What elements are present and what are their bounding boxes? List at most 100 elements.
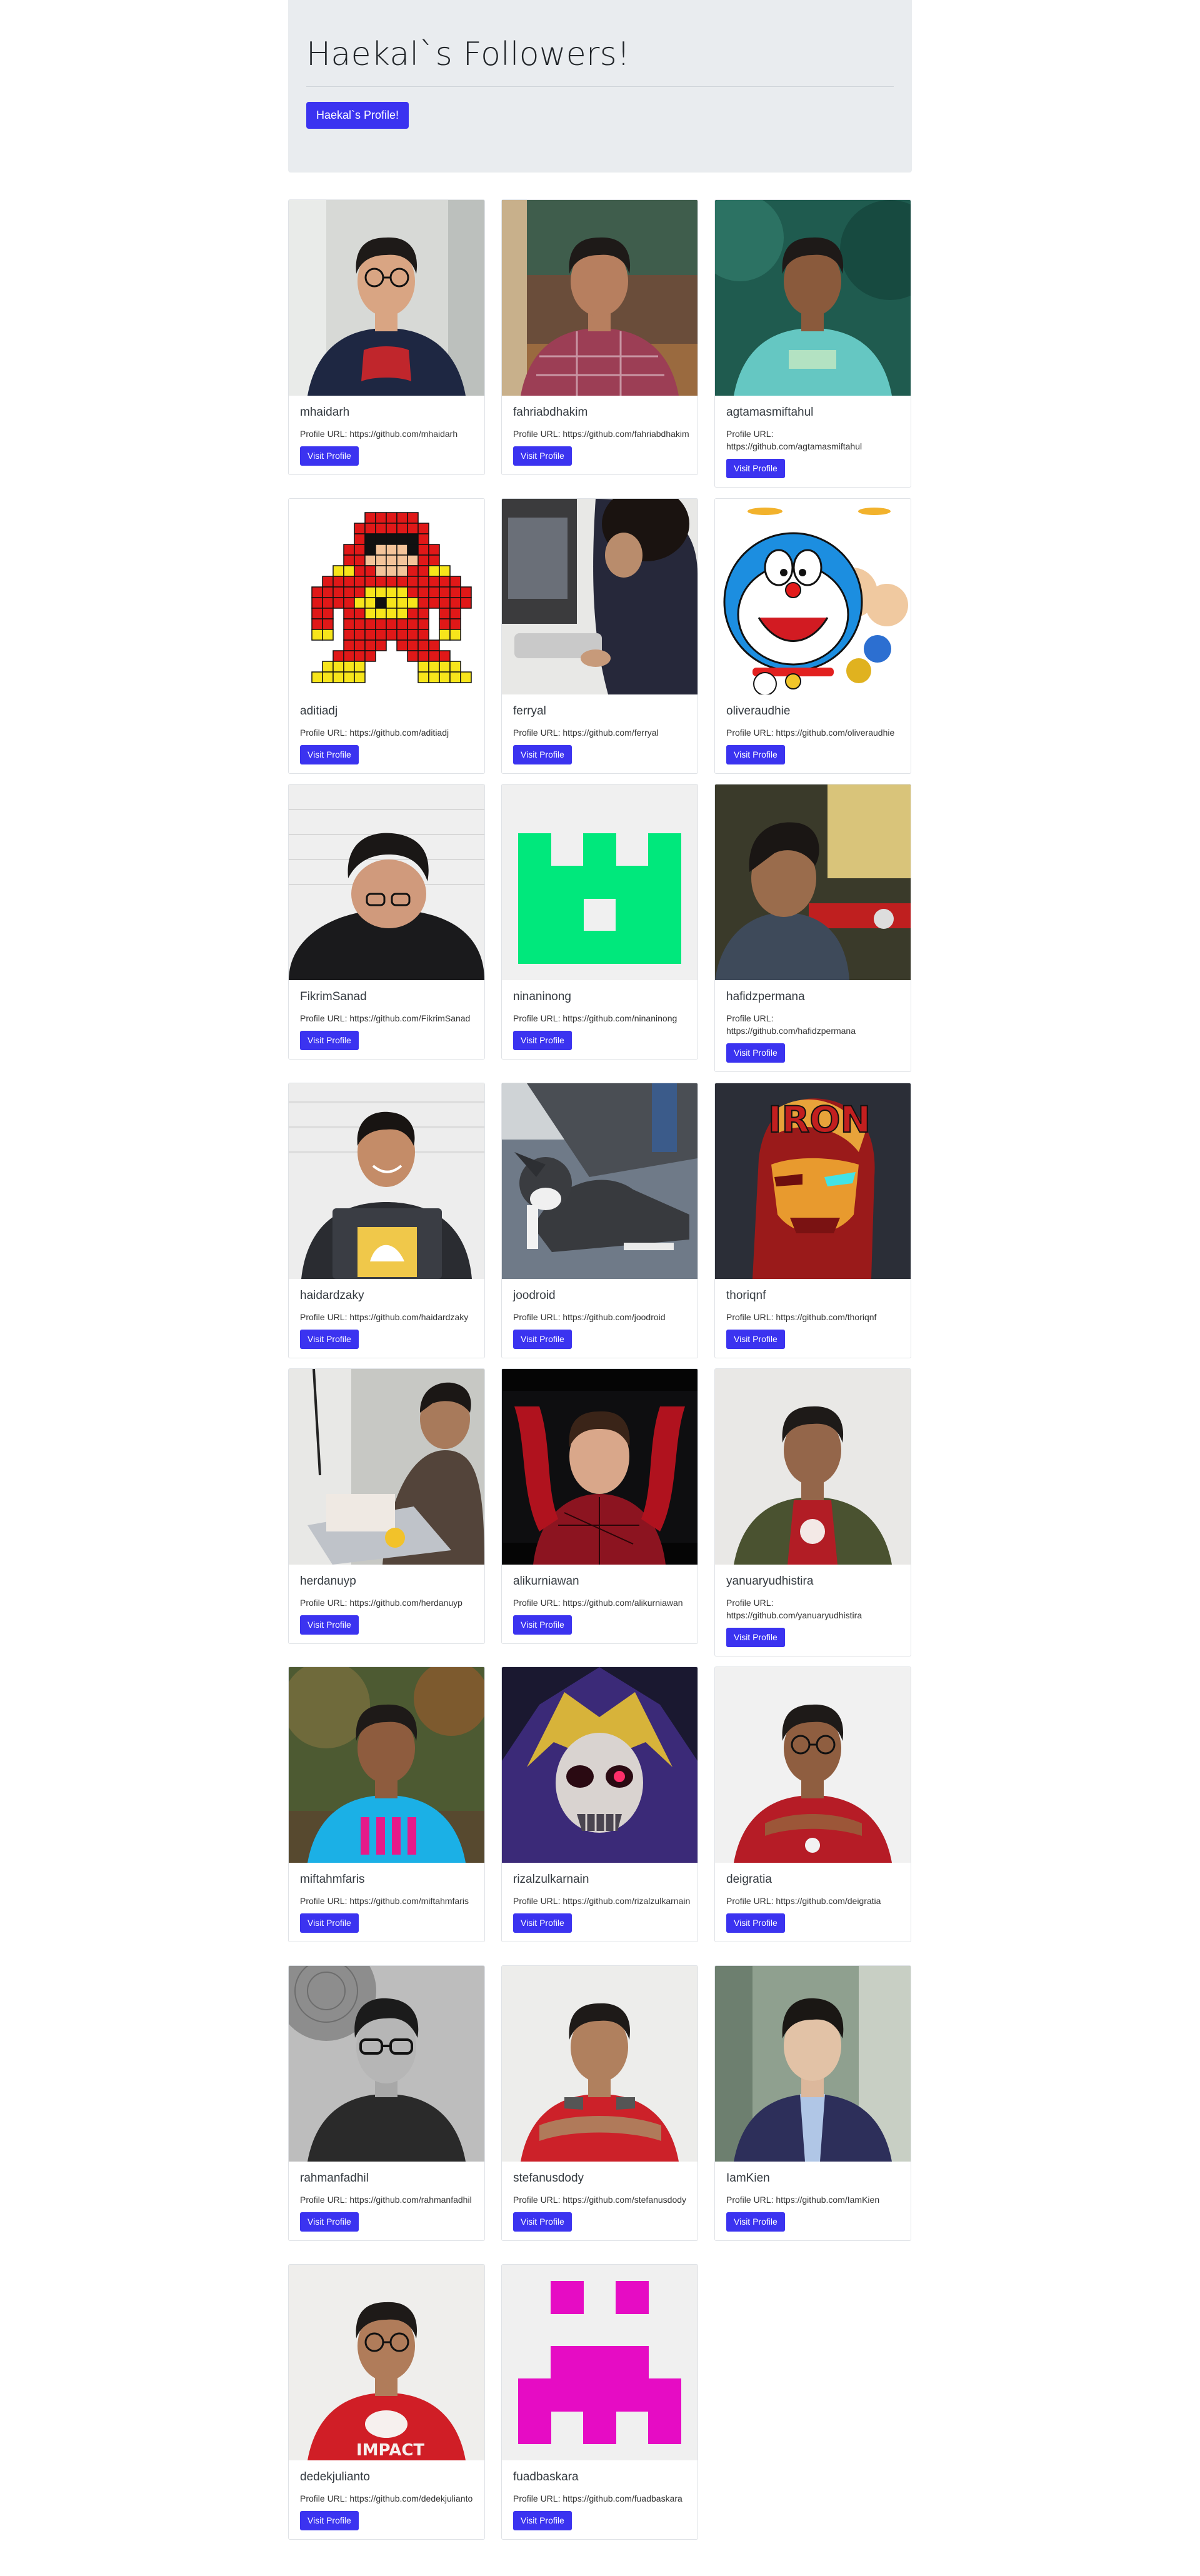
card-body: oliveraudhie Profile URL: https://github.… (715, 694, 911, 773)
follower-username: rahmanfadhil (300, 2172, 369, 2185)
profile-button[interactable]: Haekal`s Profile! (306, 102, 409, 129)
follower-card: joodroid Profile URL: https://github.com/… (501, 1083, 698, 1358)
visit-profile-button[interactable]: Visit Profile (513, 1913, 572, 1933)
follower-username: aditiadj (300, 704, 338, 718)
visit-profile-button[interactable]: Visit Profile (513, 446, 572, 466)
card-body: joodroid Profile URL: https://github.com/… (502, 1279, 698, 1358)
follower-username: oliveraudhie (726, 704, 791, 718)
follower-username: yanuaryudhistira (726, 1575, 814, 1588)
follower-card: fuadbaskara Profile URL: https://github.c… (501, 2264, 698, 2540)
card-body: ninaninong Profile URL: https://github.co… (502, 980, 698, 1059)
follower-profile-url: Profile URL: https://github.com/fuadbask… (513, 2493, 682, 2503)
avatar-image (502, 1369, 698, 1565)
follower-username: stefanusdody (513, 2172, 584, 2185)
card-body: ferryal Profile URL: https://github.com/f… (502, 694, 698, 773)
avatar-image (289, 499, 484, 694)
follower-card: herdanuyp Profile URL: https://github.com… (288, 1368, 485, 1644)
follower-profile-url: Profile URL: https://github.com/alikurni… (513, 1598, 683, 1608)
avatar-image (715, 499, 911, 694)
follower-username: deigratia (726, 1873, 772, 1886)
follower-profile-url: Profile URL: https://github.com/oliverau… (726, 728, 895, 738)
follower-profile-url: Profile URL: https://github.com/haidardz… (300, 1312, 469, 1322)
follower-profile-url: Profile URL: https://github.com/agtamasm… (726, 429, 862, 451)
follower-username: mhaidarh (300, 406, 350, 419)
page-container: Haekal`s Followers! Haekal`s Profile! mh… (288, 0, 912, 2540)
follower-profile-url: Profile URL: https://github.com/rahmanfa… (300, 2195, 472, 2205)
visit-profile-button[interactable]: Visit Profile (300, 745, 359, 764)
follower-username: herdanuyp (300, 1575, 356, 1588)
card-body: yanuaryudhistira Profile URL: https://git… (715, 1565, 911, 1656)
visit-profile-button[interactable]: Visit Profile (726, 745, 785, 764)
visit-profile-button[interactable]: Visit Profile (513, 745, 572, 764)
avatar-image (289, 1369, 484, 1565)
header-jumbotron: Haekal`s Followers! Haekal`s Profile! (288, 0, 912, 173)
avatar-image (715, 1966, 911, 2162)
visit-profile-button[interactable]: Visit Profile (300, 1913, 359, 1933)
follower-profile-url: Profile URL: https://github.com/deigrati… (726, 1896, 881, 1906)
follower-card: alikurniawan Profile URL: https://github.… (501, 1368, 698, 1644)
visit-profile-button[interactable]: Visit Profile (513, 1615, 572, 1635)
visit-profile-button[interactable]: Visit Profile (513, 2212, 572, 2232)
card-body: miftahmfaris Profile URL: https://github.… (289, 1863, 484, 1942)
avatar-image (502, 2265, 698, 2460)
visit-profile-button[interactable]: Visit Profile (513, 1031, 572, 1050)
follower-username: agtamasmiftahul (726, 406, 814, 419)
follower-card: IamKien Profile URL: https://github.com/I… (714, 1965, 911, 2241)
avatar-image (715, 784, 911, 980)
follower-profile-url: Profile URL: https://github.com/stefanus… (513, 2195, 687, 2205)
follower-profile-url: Profile URL: https://github.com/ninanino… (513, 1013, 678, 1023)
svg-text:IMPACT: IMPACT (356, 2441, 424, 2460)
avatar-image (502, 200, 698, 396)
visit-profile-button[interactable]: Visit Profile (726, 2212, 785, 2232)
follower-username: rizalzulkarnain (513, 1873, 589, 1886)
follower-username: alikurniawan (513, 1575, 579, 1588)
visit-profile-button[interactable]: Visit Profile (300, 2511, 359, 2530)
follower-profile-url: Profile URL: https://github.com/herdanuy… (300, 1598, 462, 1608)
visit-profile-button[interactable]: Visit Profile (513, 1330, 572, 1349)
card-body: agtamasmiftahul Profile URL: https://gith… (715, 396, 911, 487)
follower-profile-url: Profile URL: https://github.com/ferryal (513, 728, 659, 738)
follower-card: hafidzpermana Profile URL: https://github… (714, 784, 911, 1072)
follower-card: oliveraudhie Profile URL: https://github.… (714, 498, 911, 774)
visit-profile-button[interactable]: Visit Profile (726, 1628, 785, 1647)
follower-profile-url: Profile URL: https://github.com/aditiadj (300, 728, 449, 738)
follower-profile-url: Profile URL: https://github.com/hafidzpe… (726, 1013, 856, 1036)
follower-card: stefanusdody Profile URL: https://github.… (501, 1965, 698, 2241)
header-divider (306, 86, 894, 87)
follower-profile-url: Profile URL: https://github.com/thoriqnf (726, 1312, 877, 1322)
follower-card: mhaidarh Profile URL: https://github.com/… (288, 199, 485, 475)
avatar-image (715, 1667, 911, 1863)
follower-card: IMPACT dedekjulianto Profile URL: https://… (288, 2264, 485, 2540)
visit-profile-button[interactable]: Visit Profile (726, 1913, 785, 1933)
follower-profile-url: Profile URL: https://github.com/rizalzul… (513, 1896, 691, 1906)
avatar-image: IRON (715, 1083, 911, 1279)
avatar-image (502, 499, 698, 694)
avatar-image (502, 1083, 698, 1279)
follower-username: IamKien (726, 2172, 770, 2185)
card-body: thoriqnf Profile URL: https://github.com/… (715, 1279, 911, 1358)
card-body: stefanusdody Profile URL: https://github.… (502, 2162, 698, 2240)
visit-profile-button[interactable]: Visit Profile (726, 1330, 785, 1349)
visit-profile-button[interactable]: Visit Profile (300, 2212, 359, 2232)
follower-profile-url: Profile URL: https://github.com/yanuaryu… (726, 1598, 862, 1620)
card-body: aditiadj Profile URL: https://github.com/… (289, 694, 484, 773)
follower-profile-url: Profile URL: https://github.com/fahriabd… (513, 429, 689, 439)
visit-profile-button[interactable]: Visit Profile (300, 1330, 359, 1349)
card-body: mhaidarh Profile URL: https://github.com/… (289, 396, 484, 474)
avatar-image (715, 1369, 911, 1565)
visit-profile-button[interactable]: Visit Profile (300, 1615, 359, 1635)
follower-username: thoriqnf (726, 1289, 766, 1302)
follower-profile-url: Profile URL: https://github.com/joodroid (513, 1312, 666, 1322)
follower-card: FikrimSanad Profile URL: https://github.c… (288, 784, 485, 1060)
follower-username: hafidzpermana (726, 990, 805, 1003)
follower-card: agtamasmiftahul Profile URL: https://gith… (714, 199, 911, 488)
follower-card: haidardzaky Profile URL: https://github.c… (288, 1083, 485, 1358)
follower-username: ninaninong (513, 990, 571, 1003)
follower-card: deigratia Profile URL: https://github.com… (714, 1666, 911, 1942)
visit-profile-button[interactable]: Visit Profile (726, 1043, 785, 1063)
visit-profile-button[interactable]: Visit Profile (513, 2511, 572, 2530)
visit-profile-button[interactable]: Visit Profile (726, 459, 785, 478)
visit-profile-button[interactable]: Visit Profile (300, 1031, 359, 1050)
follower-username: joodroid (513, 1289, 556, 1302)
visit-profile-button[interactable]: Visit Profile (300, 446, 359, 466)
